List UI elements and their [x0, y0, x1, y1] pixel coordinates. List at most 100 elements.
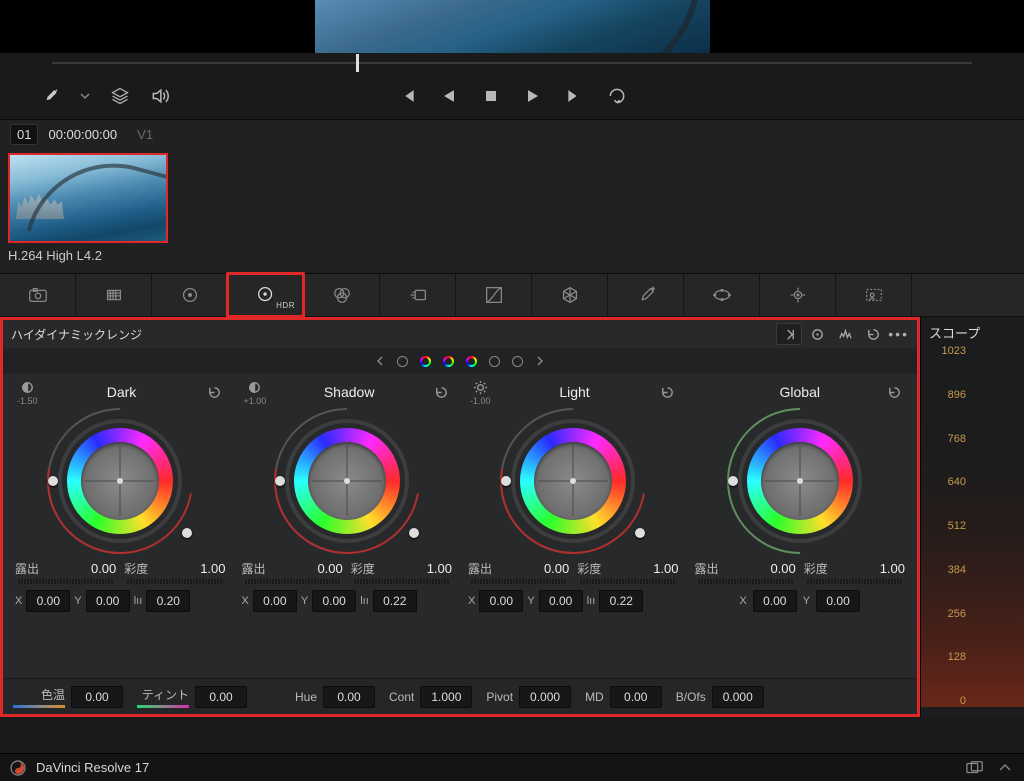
- wheel-dark-x[interactable]: 0.00: [26, 590, 70, 612]
- wheel-shadow-exp-slider[interactable]: [244, 579, 341, 584]
- wheel-light: -1.00 Light 露出0.00 彩度1.00 X0.00: [462, 382, 685, 674]
- pager-next[interactable]: [535, 356, 545, 366]
- play-reverse-icon[interactable]: [439, 86, 459, 106]
- hdr-zones-mode[interactable]: [832, 323, 858, 345]
- hdr-sublabel: HDR: [276, 301, 295, 310]
- tab-color-match[interactable]: [76, 274, 152, 316]
- chevron-down-icon[interactable]: [80, 91, 90, 101]
- wheel-dark-exposure[interactable]: 0.00: [91, 561, 116, 576]
- hdr-reset-button[interactable]: [860, 323, 886, 345]
- wheel-dark-y[interactable]: 0.00: [86, 590, 130, 612]
- hdr-panel: ハイダイナミックレンジ •••: [0, 317, 920, 717]
- wheel-light-toggle[interactable]: [471, 379, 489, 397]
- hdr-panel-title: ハイダイナミックレンジ: [11, 326, 142, 343]
- pager-prev[interactable]: [375, 356, 385, 366]
- clip-thumbnail[interactable]: [8, 153, 168, 243]
- tab-curves[interactable]: [456, 274, 532, 316]
- l-label: lıı: [134, 595, 143, 607]
- wheel-global-x[interactable]: 0.00: [753, 590, 797, 612]
- wheel-shadow-control[interactable]: [272, 406, 422, 556]
- tint-label: ティント: [142, 686, 189, 703]
- prev-clip-icon[interactable]: [397, 86, 417, 106]
- hdr-wheels-mode[interactable]: [804, 323, 830, 345]
- wheel-dark-reset[interactable]: [206, 383, 224, 401]
- wheel-light-x[interactable]: 0.00: [479, 590, 523, 612]
- wheel-dark-sat[interactable]: 1.00: [200, 561, 225, 576]
- tab-hdr[interactable]: HDR: [228, 274, 304, 316]
- wheel-global-reset[interactable]: [885, 383, 903, 401]
- scope-panel: スコープ 1023 896 768 640 512 384 256 128 0: [920, 317, 1024, 717]
- hue-value[interactable]: 0.00: [323, 686, 375, 708]
- pager-dot-2[interactable]: [420, 356, 431, 367]
- sat-label: 彩度: [804, 560, 828, 577]
- wheel-global-y[interactable]: 0.00: [816, 590, 860, 612]
- palette-tabs: HDR: [0, 273, 1024, 317]
- wheel-light-sat[interactable]: 1.00: [653, 561, 678, 576]
- tab-motion-effects[interactable]: [380, 274, 456, 316]
- wheel-dark-toggle[interactable]: [18, 379, 36, 397]
- wheel-shadow-reset[interactable]: [432, 383, 450, 401]
- tab-magic-mask[interactable]: [836, 274, 912, 316]
- pager-dot-3[interactable]: [443, 356, 454, 367]
- viewer-image[interactable]: [315, 0, 710, 53]
- bofs-value[interactable]: 0.000: [712, 686, 764, 708]
- hdr-expand-button[interactable]: [776, 323, 802, 345]
- wheel-shadow-sat[interactable]: 1.00: [427, 561, 452, 576]
- play-icon[interactable]: [523, 86, 543, 106]
- next-clip-icon[interactable]: [565, 86, 585, 106]
- tab-primaries[interactable]: [152, 274, 228, 316]
- pager-dot-5[interactable]: [489, 356, 500, 367]
- wheel-shadow-l[interactable]: 0.22: [373, 590, 417, 612]
- wheel-light-adj: -1.00: [470, 396, 491, 406]
- wheel-shadow-sat-slider[interactable]: [353, 579, 450, 584]
- tab-qualifier[interactable]: [608, 274, 684, 316]
- tab-window[interactable]: [684, 274, 760, 316]
- volume-icon[interactable]: [150, 86, 170, 106]
- wheel-light-sat-slider[interactable]: [579, 579, 676, 584]
- cont-value[interactable]: 1.000: [420, 686, 472, 708]
- wheel-light-reset[interactable]: [659, 383, 677, 401]
- timeline-scrub[interactable]: [0, 53, 1024, 73]
- stop-icon[interactable]: [481, 86, 501, 106]
- tab-warper[interactable]: [532, 274, 608, 316]
- sat-label: 彩度: [124, 560, 148, 577]
- eyedropper-icon[interactable]: [40, 86, 60, 106]
- tab-rgb-mixer[interactable]: [304, 274, 380, 316]
- chevron-up-icon[interactable]: [996, 760, 1014, 776]
- wheel-shadow-x[interactable]: 0.00: [253, 590, 297, 612]
- wheel-light-exp-slider[interactable]: [470, 579, 567, 584]
- tint-value[interactable]: 0.00: [195, 686, 247, 708]
- cards-icon[interactable]: [966, 760, 984, 776]
- md-value[interactable]: 0.00: [610, 686, 662, 708]
- tab-tracker[interactable]: [760, 274, 836, 316]
- sat-label: 彩度: [577, 560, 601, 577]
- temp-value[interactable]: 0.00: [71, 686, 123, 708]
- pager-dot-6[interactable]: [512, 356, 523, 367]
- layers-icon[interactable]: [110, 86, 130, 106]
- pager-dot-1[interactable]: [397, 356, 408, 367]
- wheel-global-control[interactable]: [725, 406, 875, 556]
- wheel-global-sat[interactable]: 1.00: [880, 561, 905, 576]
- playhead[interactable]: [356, 54, 359, 72]
- wheel-global-exposure[interactable]: 0.00: [770, 561, 795, 576]
- wheel-shadow-toggle[interactable]: [246, 379, 264, 397]
- wheel-dark-sat-slider[interactable]: [126, 579, 223, 584]
- wheel-light-control[interactable]: [498, 406, 648, 556]
- wheel-shadow-y[interactable]: 0.00: [312, 590, 356, 612]
- clip-index: 01: [10, 124, 38, 145]
- wheel-shadow-exposure[interactable]: 0.00: [317, 561, 342, 576]
- tab-camera-raw[interactable]: [0, 274, 76, 316]
- wheel-global-exp-slider[interactable]: [697, 579, 794, 584]
- wheel-dark-control[interactable]: [45, 406, 195, 556]
- wheel-global-sat-slider[interactable]: [806, 579, 903, 584]
- wheel-dark-exp-slider[interactable]: [17, 579, 114, 584]
- pager-dot-4[interactable]: [466, 356, 477, 367]
- hdr-menu-button[interactable]: •••: [888, 327, 909, 341]
- wheel-light-y[interactable]: 0.00: [539, 590, 583, 612]
- loop-icon[interactable]: [607, 86, 627, 106]
- wheel-light-exposure[interactable]: 0.00: [544, 561, 569, 576]
- wheel-dark-l[interactable]: 0.20: [146, 590, 190, 612]
- clip-timecode[interactable]: 00:00:00:00: [48, 127, 117, 142]
- pivot-value[interactable]: 0.000: [519, 686, 571, 708]
- wheel-light-l[interactable]: 0.22: [599, 590, 643, 612]
